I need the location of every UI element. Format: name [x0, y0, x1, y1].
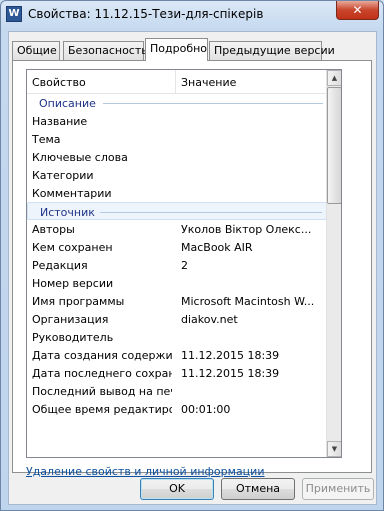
property-value: 2 [181, 259, 188, 272]
list-item[interactable]: Организация diakov.net [27, 310, 327, 328]
property-name: Имя программы [32, 295, 125, 308]
details-panel: Свойство Значение Описание Название Тема… [12, 60, 372, 478]
group-divider-line [103, 103, 323, 104]
list-item[interactable]: Руководитель [27, 328, 327, 346]
column-header-property[interactable]: Свойство [32, 76, 86, 89]
list-item[interactable]: Авторы Уколов Віктор Олекс... [27, 220, 327, 238]
list-item[interactable]: Тема [27, 130, 327, 148]
group-header-description[interactable]: Описание [27, 94, 327, 112]
tab-previous-versions[interactable]: Предыдущие версии [209, 41, 335, 60]
scroll-up-arrow-icon[interactable]: ▲ [327, 70, 341, 86]
group-label: Источник [40, 206, 95, 219]
list-item[interactable]: Категории [27, 166, 327, 184]
properties-window: W Свойства: 11.12.15-Тези-для-спікерів ✕… [0, 0, 384, 511]
list-item[interactable]: Название [27, 112, 327, 130]
close-button[interactable]: ✕ [336, 1, 379, 20]
property-name: Авторы [32, 223, 75, 236]
remove-properties-link[interactable]: Удаление свойств и личной информации [26, 465, 264, 478]
list-item[interactable]: Дата последнего сохран... 11.12.2015 18:3… [27, 364, 327, 382]
property-name: Редакция [32, 259, 88, 272]
group-divider-line [100, 212, 322, 213]
apply-button[interactable]: Применить [302, 478, 374, 500]
list-item[interactable]: Дата создания содержи... 11.12.2015 18:39 [27, 346, 327, 364]
property-name: Тема [32, 133, 61, 146]
tab-details[interactable]: Подробно [145, 38, 208, 61]
property-name: Номер версии [32, 277, 114, 290]
group-label: Описание [39, 97, 96, 110]
list-item[interactable]: Редакция 2 [27, 256, 327, 274]
list-item[interactable]: Комментарии [27, 184, 327, 202]
tab-general[interactable]: Общие [12, 41, 60, 60]
list-item[interactable]: Имя программы Microsoft Macintosh W... [27, 292, 327, 310]
list-item[interactable]: Кем сохранен MacBook AIR [27, 238, 327, 256]
word-document-icon: W [6, 6, 22, 22]
properties-list[interactable]: Свойство Значение Описание Название Тема… [26, 69, 342, 458]
list-header: Свойство Значение [27, 70, 328, 94]
list-item[interactable]: Последний вывод на печ... [27, 382, 327, 400]
property-value: 00:01:00 [181, 403, 231, 416]
list-item[interactable]: Общее время редактиро... 00:01:00 [27, 400, 327, 418]
property-value: 11.12.2015 18:39 [181, 367, 280, 380]
property-value: Microsoft Macintosh W... [181, 295, 315, 308]
ok-button[interactable]: OK [140, 478, 214, 500]
list-item[interactable]: Номер версии [27, 274, 327, 292]
property-name: Дата последнего сохран... [32, 367, 172, 380]
property-value: 11.12.2015 18:39 [181, 349, 280, 362]
property-value: diakov.net [181, 313, 238, 326]
property-value: Уколов Віктор Олекс... [181, 223, 312, 236]
dialog-body: Общие Безопасность Подробно Предыдущие в… [8, 31, 377, 505]
title-bar[interactable]: W Свойства: 11.12.15-Тези-для-спікерів ✕ [1, 1, 383, 29]
cancel-button[interactable]: Отмена [221, 478, 295, 500]
property-name: Ключевые слова [32, 151, 128, 164]
property-value: MacBook AIR [181, 241, 253, 254]
property-name: Комментарии [32, 187, 112, 200]
property-name: Дата создания содержи... [32, 349, 172, 362]
property-name: Кем сохранен [32, 241, 113, 254]
column-divider[interactable] [175, 70, 176, 94]
property-name: Организация [32, 313, 109, 326]
column-header-value[interactable]: Значение [181, 76, 236, 89]
property-name: Общее время редактиро... [32, 403, 172, 416]
vertical-scrollbar[interactable]: ▲ ▼ [326, 70, 341, 457]
scrollbar-thumb[interactable] [327, 87, 341, 204]
scroll-down-arrow-icon[interactable]: ▼ [327, 441, 341, 457]
list-item[interactable]: Ключевые слова [27, 148, 327, 166]
property-name: Название [32, 115, 88, 128]
window-title: Свойства: 11.12.15-Тези-для-спікерів [28, 7, 264, 21]
property-name: Последний вывод на печ... [32, 385, 172, 398]
property-name: Категории [32, 169, 94, 182]
group-header-source[interactable]: Источник [27, 202, 327, 220]
tab-security[interactable]: Безопасность [63, 41, 148, 60]
property-name: Руководитель [32, 331, 114, 344]
